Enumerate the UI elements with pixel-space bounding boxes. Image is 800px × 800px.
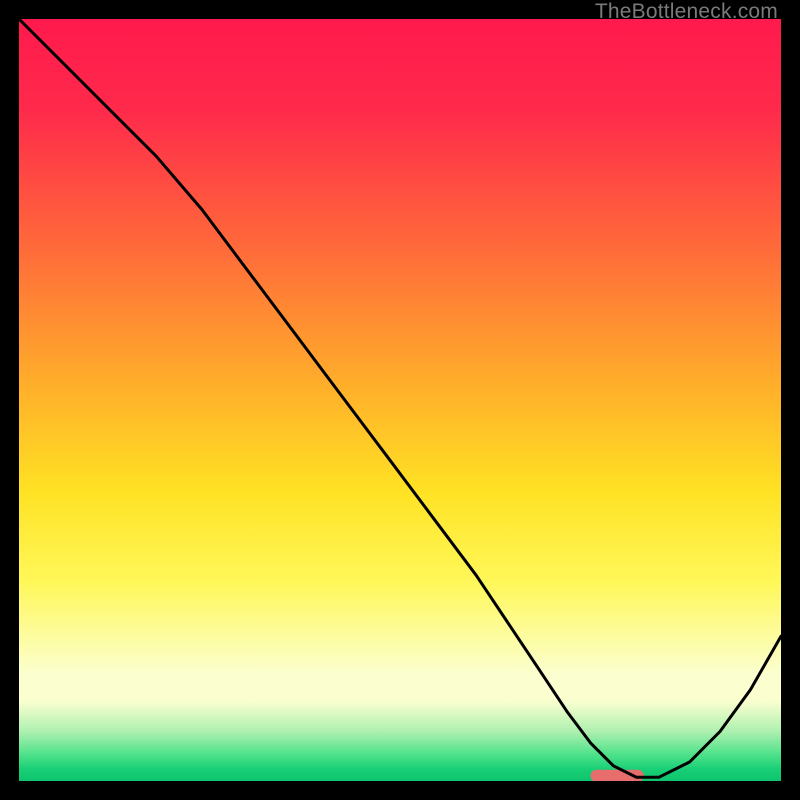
watermark-label: TheBottleneck.com [595, 0, 778, 24]
bottleneck-chart [19, 19, 781, 781]
chart-frame [19, 19, 781, 781]
